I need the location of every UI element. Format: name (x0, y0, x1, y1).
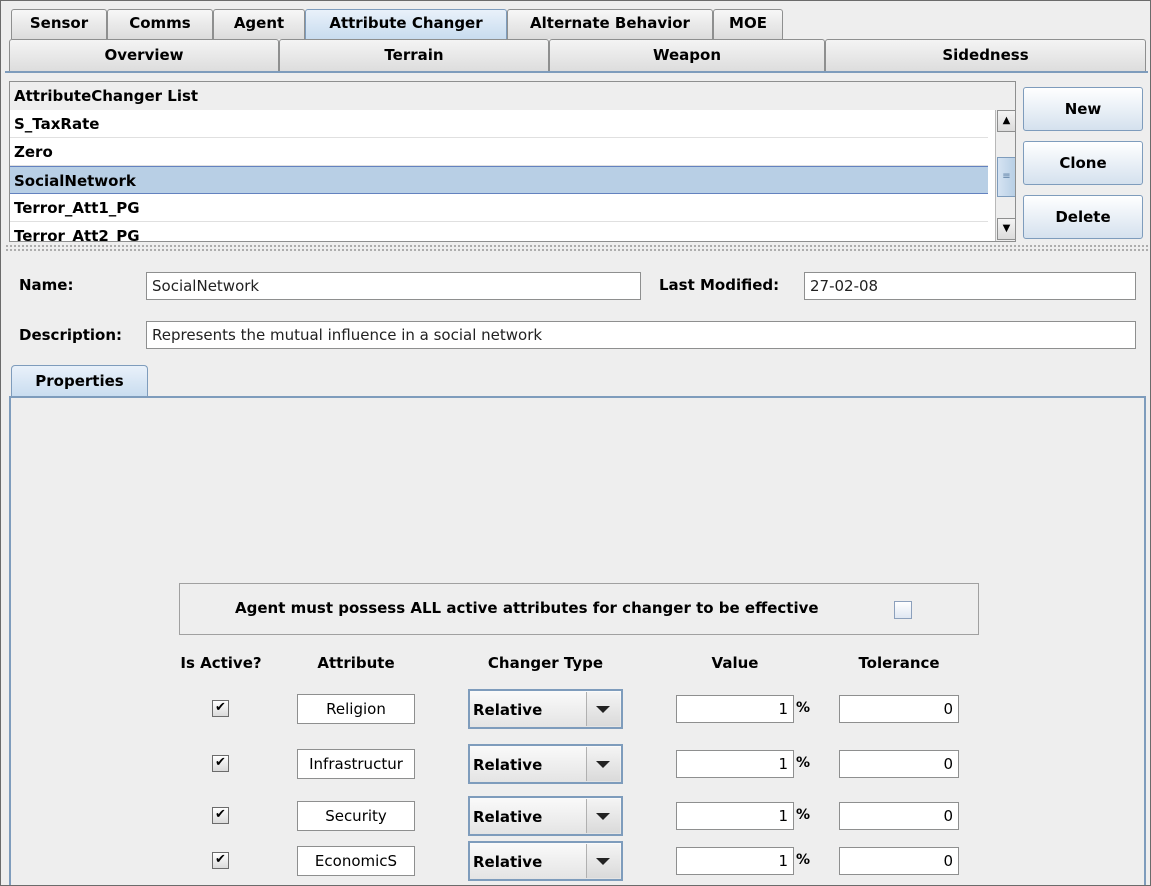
checkmark-icon: ✔ (215, 700, 226, 715)
is-active-checkbox[interactable]: ✔ (212, 700, 229, 717)
tolerance-field[interactable]: 0 (839, 847, 959, 875)
tolerance-field[interactable]: 0 (839, 750, 959, 778)
tab-row-secondary: Overview Terrain Weapon Sidedness (9, 39, 1146, 71)
name-field[interactable]: SocialNetwork (146, 272, 641, 300)
delete-button[interactable]: Delete (1023, 195, 1143, 239)
list-header: AttributeChanger List (10, 82, 1015, 110)
last-modified-label: Last Modified: (659, 276, 780, 294)
percent-unit: % (796, 700, 811, 716)
attribute-field[interactable]: Religion (297, 694, 415, 724)
tab-overview[interactable]: Overview (9, 39, 279, 71)
percent-unit: % (796, 852, 811, 868)
app-window: Sensor Comms Agent Attribute Changer Alt… (0, 0, 1151, 886)
value-field[interactable]: 1 (676, 802, 794, 830)
changer-type-value: Relative (473, 808, 543, 826)
new-button[interactable]: New (1023, 87, 1143, 131)
grip-icon: ≡ (1002, 171, 1011, 182)
tab-underline (5, 71, 1148, 73)
tab-properties[interactable]: Properties (11, 365, 148, 397)
changer-type-value: Relative (473, 756, 543, 774)
chevron-down-icon[interactable] (586, 799, 620, 833)
description-label: Description: (19, 326, 123, 344)
tab-alternate-behavior[interactable]: Alternate Behavior (507, 9, 713, 39)
attribute-field[interactable]: Security (297, 801, 415, 831)
header-tolerance: Tolerance (858, 654, 940, 672)
value-field[interactable]: 1 (676, 695, 794, 723)
tab-weapon[interactable]: Weapon (549, 39, 825, 71)
last-modified-field[interactable]: 27-02-08 (804, 272, 1136, 300)
tab-moe[interactable]: MOE (713, 9, 783, 39)
name-label: Name: (19, 276, 74, 294)
value-field[interactable]: 1 (676, 750, 794, 778)
checkmark-icon: ✔ (215, 852, 226, 867)
header-is-active: Is Active? (180, 654, 262, 672)
tolerance-field[interactable]: 0 (839, 802, 959, 830)
value-field[interactable]: 1 (676, 847, 794, 875)
list-item[interactable]: Zero (10, 138, 988, 166)
arrow-up-icon[interactable]: ▲ (997, 110, 1015, 132)
list-item-selected[interactable]: SocialNetwork (10, 166, 988, 194)
chevron-down-icon[interactable] (586, 844, 620, 878)
is-active-checkbox[interactable]: ✔ (212, 807, 229, 824)
tab-attribute-changer[interactable]: Attribute Changer (305, 9, 507, 39)
list-item[interactable]: Terror_Att2_PG (10, 222, 988, 241)
list-item[interactable]: Terror_Att1_PG (10, 194, 988, 222)
all-attributes-group: Agent must possess ALL active attributes… (179, 583, 979, 635)
changer-type-select[interactable]: Relative (468, 744, 623, 784)
arrow-down-icon[interactable]: ▼ (997, 218, 1015, 240)
all-attributes-checkbox[interactable] (894, 601, 912, 619)
tab-terrain[interactable]: Terrain (279, 39, 549, 71)
chevron-down-icon[interactable] (586, 692, 620, 726)
list-scrollbar[interactable]: ▲ ≡ ▼ (995, 110, 1015, 241)
tab-sidedness[interactable]: Sidedness (825, 39, 1146, 71)
tolerance-field[interactable]: 0 (839, 695, 959, 723)
changer-type-select[interactable]: Relative (468, 796, 623, 836)
changer-type-value: Relative (473, 853, 543, 871)
clone-button[interactable]: Clone (1023, 141, 1143, 185)
scroll-thumb[interactable]: ≡ (997, 157, 1015, 197)
attribute-changer-list: AttributeChanger List S_TaxRate Zero Soc… (9, 81, 1016, 242)
changer-type-value: Relative (473, 701, 543, 719)
list-item[interactable]: S_TaxRate (10, 110, 988, 138)
changer-type-select[interactable]: Relative (468, 841, 623, 881)
is-active-checkbox[interactable]: ✔ (212, 755, 229, 772)
header-changer-type: Changer Type (487, 654, 604, 672)
percent-unit: % (796, 755, 811, 771)
description-field[interactable]: Represents the mutual influence in a soc… (146, 321, 1136, 349)
is-active-checkbox[interactable]: ✔ (212, 852, 229, 869)
attribute-field[interactable]: EconomicS (297, 846, 415, 876)
checkmark-icon: ✔ (215, 807, 226, 822)
checkmark-icon: ✔ (215, 755, 226, 770)
header-value: Value (711, 654, 759, 672)
tab-sensor[interactable]: Sensor (11, 9, 107, 39)
tab-comms[interactable]: Comms (107, 9, 213, 39)
attribute-field[interactable]: Infrastructur (297, 749, 415, 779)
tab-agent[interactable]: Agent (213, 9, 305, 39)
all-attributes-label: Agent must possess ALL active attributes… (235, 599, 819, 617)
percent-unit: % (796, 807, 811, 823)
split-pane-divider[interactable] (5, 244, 1148, 252)
changer-type-select[interactable]: Relative (468, 689, 623, 729)
header-attribute: Attribute (317, 654, 395, 672)
chevron-down-icon[interactable] (586, 747, 620, 781)
